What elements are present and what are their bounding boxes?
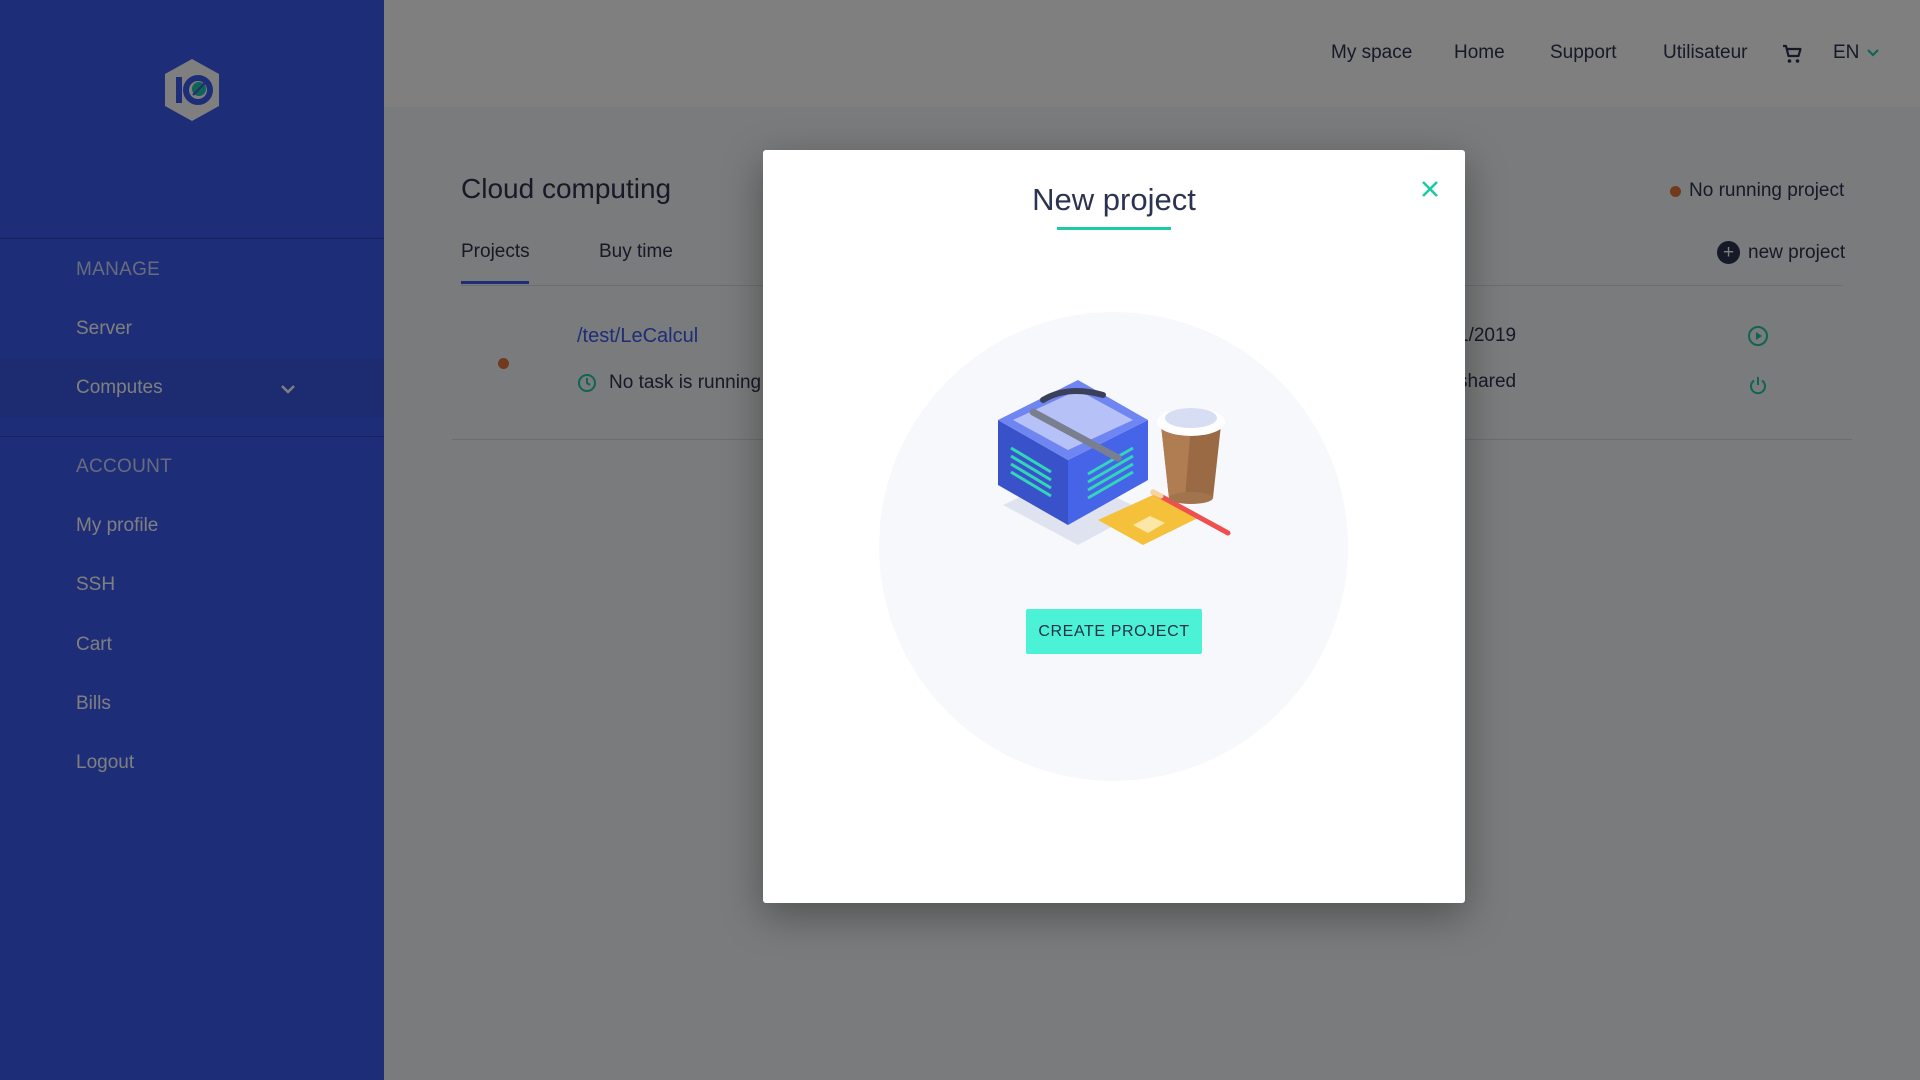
new-project-modal: New project CREATE PROJECT <box>763 150 1465 903</box>
modal-title-underline <box>1057 227 1171 230</box>
server-coffee-illustration <box>998 380 1231 545</box>
create-project-button[interactable]: CREATE PROJECT <box>1026 609 1202 654</box>
modal-title: New project <box>1032 182 1196 217</box>
close-icon[interactable] <box>1417 176 1443 202</box>
